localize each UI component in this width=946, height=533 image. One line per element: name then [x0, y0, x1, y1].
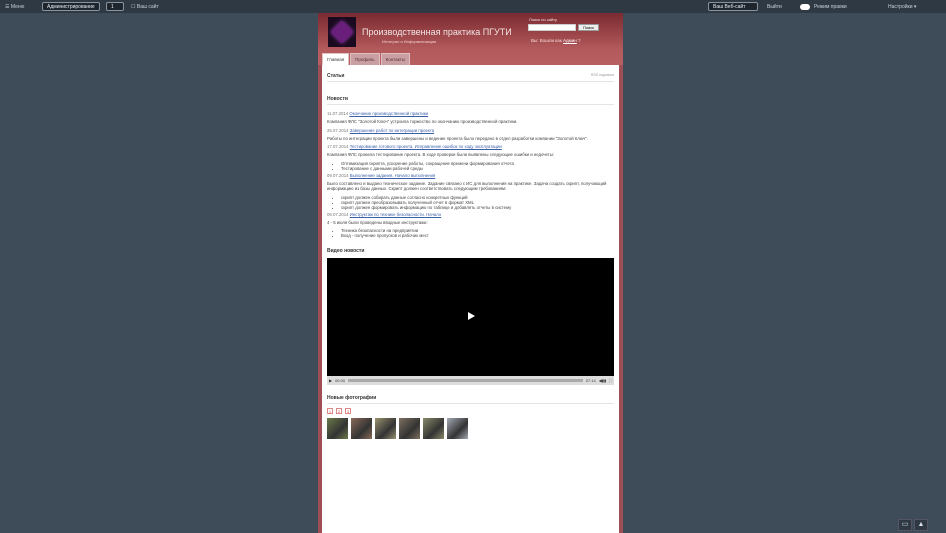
seek-bar[interactable] [348, 379, 583, 382]
news-text: Компания ФЛС "Золотой Ключ" устроила тор… [327, 119, 518, 124]
photo-thumbnails [327, 418, 614, 439]
video-player[interactable] [327, 258, 614, 376]
pager-page-2[interactable]: 2 [336, 408, 342, 414]
news-title-link[interactable]: Выполнение задания. Начало выполнения [350, 173, 435, 178]
volume-icon[interactable]: ◀▮▮ [599, 378, 606, 383]
logout-link[interactable]: Выйти [767, 2, 782, 11]
main-content: Статьи RSS подписка Новости 11.07.2014 Ок… [322, 65, 619, 533]
settings-label: Настройки [888, 3, 913, 10]
photo-thumbnail[interactable] [351, 418, 372, 439]
video-heading: Видео новости [327, 248, 365, 254]
photo-thumbnail[interactable] [447, 418, 468, 439]
news-date: 11.07.2014 [327, 111, 349, 116]
edit-mode-toggle[interactable]: Режим правки [800, 2, 847, 11]
tab-contacts[interactable]: Контакты [380, 53, 411, 65]
news-title-link[interactable]: Инструктаж по технике безопасности. Нача… [350, 212, 441, 217]
news-item: 11.07.2014 Окончание производственной пр… [327, 111, 614, 125]
news-item: 25.07.2014 Завершение работ по интеграци… [327, 128, 614, 142]
settings-dropdown[interactable]: Настройки ▾ [888, 2, 916, 11]
login-text: Вы: Вошли как [531, 38, 562, 43]
news-heading: Новости [327, 96, 348, 102]
play-icon[interactable] [468, 312, 475, 320]
site-subtitle: Интеграл и Информатизация [382, 39, 437, 44]
video-controls: ▶ 00:00 07:14 ◀▮▮ ⛶ [327, 376, 614, 385]
news-list: 11.07.2014 Окончание производственной пр… [327, 111, 614, 238]
photo-thumbnail[interactable] [423, 418, 444, 439]
pager-page-3[interactable]: 3 [345, 408, 351, 414]
news-title-link[interactable]: Тестирование готового проекта. Исправлен… [350, 144, 502, 149]
photo-thumbnail[interactable] [375, 418, 396, 439]
site-link[interactable]: ☐ Ваш сайт [131, 2, 159, 11]
photos-heading: Новые фотографии [327, 395, 377, 401]
site-logo[interactable] [328, 17, 356, 47]
toggle-label: Режим правки [814, 3, 847, 10]
news-text: Компания ФЛС провела тестирование проект… [327, 152, 555, 157]
photo-thumbnail[interactable] [327, 418, 348, 439]
photo-thumbnail[interactable] [399, 418, 420, 439]
photo-pager: 1 2 3 [327, 408, 614, 414]
toggle-switch-icon [800, 3, 810, 10]
news-date: 09.07.2014 [327, 211, 349, 217]
search-button[interactable]: Поиск [578, 24, 599, 31]
news-bullet: Вход - получение пропусков и рабочих мес… [341, 233, 614, 238]
fullscreen-icon[interactable]: ⛶ [609, 378, 612, 383]
site-title[interactable]: Производственная практика ПГУТИ [362, 27, 512, 37]
news-date: 25.07.2014 [327, 127, 349, 133]
play-small-icon[interactable]: ▶ [329, 378, 332, 383]
tab-profile[interactable]: Профиль [350, 53, 380, 65]
menu-button[interactable]: ☰ Меню [5, 2, 24, 11]
menu-label: Меню [10, 3, 25, 10]
website-button[interactable]: Ваш Веб-сайт [708, 2, 758, 11]
mode-button[interactable]: Администрирование [42, 2, 100, 11]
news-title-link[interactable]: Завершение работ по интеграции проекта [350, 128, 434, 133]
pager-page-1[interactable]: 1 [327, 408, 333, 414]
upload-icon[interactable]: ▲ [914, 519, 928, 531]
site-link-label: Ваш сайт [136, 3, 159, 10]
rss-link[interactable]: RSS подписка [591, 73, 614, 79]
news-item: 09.07.2014 Выполнение задания. Начало вы… [327, 173, 614, 210]
news-bullet: скрипт должен формировать информацию по … [341, 205, 614, 210]
site-header: Производственная практика ПГУТИ Интеграл… [318, 13, 623, 65]
search-label: Поиск по сайту [529, 17, 558, 22]
search-input[interactable] [528, 24, 576, 31]
news-item: 17.07.2014 Тестирование готового проекта… [327, 144, 614, 171]
nav-tabs: Главная Профиль Контакты [322, 53, 411, 65]
news-date: 17.07.2014 [327, 144, 349, 149]
total-time: 07:14 [585, 378, 596, 383]
news-date: 09.07.2014 [327, 172, 349, 178]
login-info: Вы: Вошли как Админ ? [531, 38, 581, 43]
tab-home[interactable]: Главная [322, 53, 350, 65]
page-title: Статьи [327, 73, 345, 79]
news-title-link[interactable]: Окончание производственной практики [349, 111, 428, 116]
news-bullet: Тестирование с данными рабочей среды [341, 166, 614, 171]
site-page: Производственная практика ПГУТИ Интеграл… [318, 13, 623, 533]
user-link[interactable]: Админ [563, 38, 577, 43]
chat-icon[interactable]: ▭ [898, 519, 912, 531]
news-text: 4 - 5 июля были проведены вводные инстру… [327, 219, 428, 225]
news-item: 09.07.2014 Инструктаж по технике безопас… [327, 212, 614, 239]
top-toolbar: ☰ Меню Администрирование 1 ☐ Ваш сайт Ва… [0, 0, 946, 13]
current-time: 00:00 [335, 378, 346, 383]
news-text: Работы по интеграции проекта были заверш… [327, 135, 588, 141]
news-text: Было составлено и выдано техническое зад… [327, 180, 607, 192]
page-stepper[interactable]: 1 [106, 2, 124, 11]
